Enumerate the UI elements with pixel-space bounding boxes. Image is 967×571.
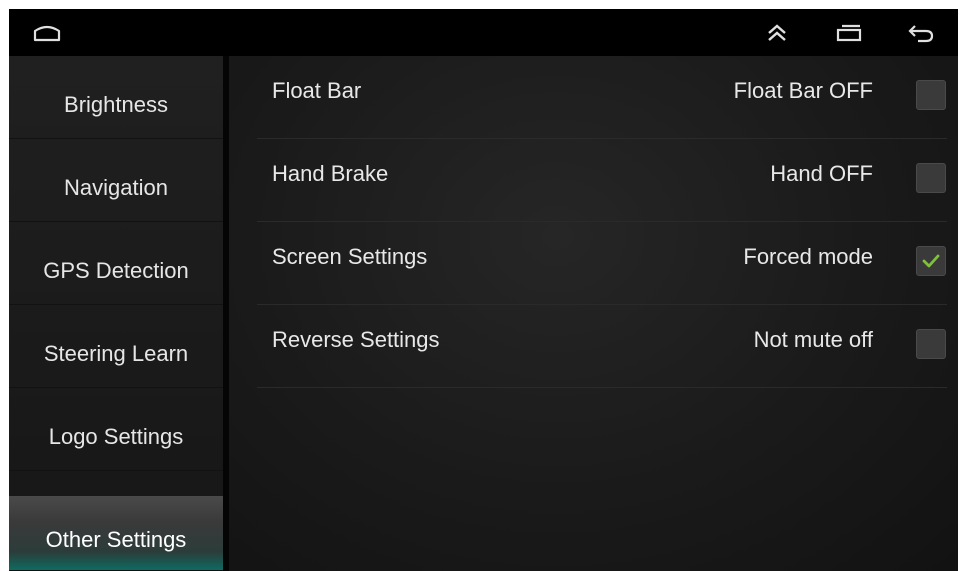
sidebar-item-label: Other Settings (45, 527, 187, 552)
setting-row-hand-brake[interactable]: Hand Brake Hand OFF (257, 139, 947, 222)
sidebar-item-gps-detection[interactable]: GPS Detection (9, 222, 223, 305)
setting-label: Float Bar (272, 78, 362, 103)
home-icon[interactable] (27, 9, 67, 56)
car-settings-screen: Brightness Navigation GPS Detection Stee… (9, 9, 958, 571)
setting-label: Hand Brake (272, 161, 389, 186)
setting-row-screen-settings[interactable]: Screen Settings Forced mode (257, 222, 947, 305)
sidebar-item-logo-settings[interactable]: Logo Settings (9, 388, 223, 471)
checkmark-icon (922, 254, 940, 268)
recent-apps-icon[interactable] (831, 9, 867, 56)
settings-content: Float Bar Float Bar OFF Hand Brake Hand … (229, 56, 958, 571)
back-icon[interactable] (901, 9, 941, 56)
expand-up-icon[interactable] (759, 9, 795, 56)
sidebar-item-label: Steering Learn (43, 341, 189, 366)
sidebar-item-label: Logo Settings (48, 424, 184, 449)
screen-settings-checkbox[interactable] (916, 246, 946, 276)
sidebar-item-steering-learn[interactable]: Steering Learn (9, 305, 223, 388)
reverse-settings-checkbox[interactable] (916, 329, 946, 359)
settings-sidebar: Brightness Navigation GPS Detection Stee… (9, 56, 223, 571)
sidebar-item-other-settings[interactable]: Other Settings (9, 496, 223, 571)
setting-value: Forced mode (743, 244, 873, 269)
setting-row-reverse-settings[interactable]: Reverse Settings Not mute off (257, 305, 947, 388)
setting-label: Reverse Settings (272, 327, 440, 352)
setting-value: Hand OFF (770, 161, 873, 186)
sidebar-item-navigation[interactable]: Navigation (9, 139, 223, 222)
setting-value: Float Bar OFF (733, 78, 873, 103)
setting-value: Not mute off (753, 327, 873, 352)
float-bar-checkbox[interactable] (916, 80, 946, 110)
setting-label: Screen Settings (272, 244, 428, 269)
sidebar-item-label: GPS Detection (43, 258, 189, 283)
sidebar-item-label: Navigation (64, 175, 168, 200)
status-bar (9, 9, 958, 56)
sidebar-item-brightness[interactable]: Brightness (9, 56, 223, 139)
sidebar-item-label: Brightness (64, 92, 168, 117)
setting-row-float-bar[interactable]: Float Bar Float Bar OFF (257, 56, 947, 139)
hand-brake-checkbox[interactable] (916, 163, 946, 193)
